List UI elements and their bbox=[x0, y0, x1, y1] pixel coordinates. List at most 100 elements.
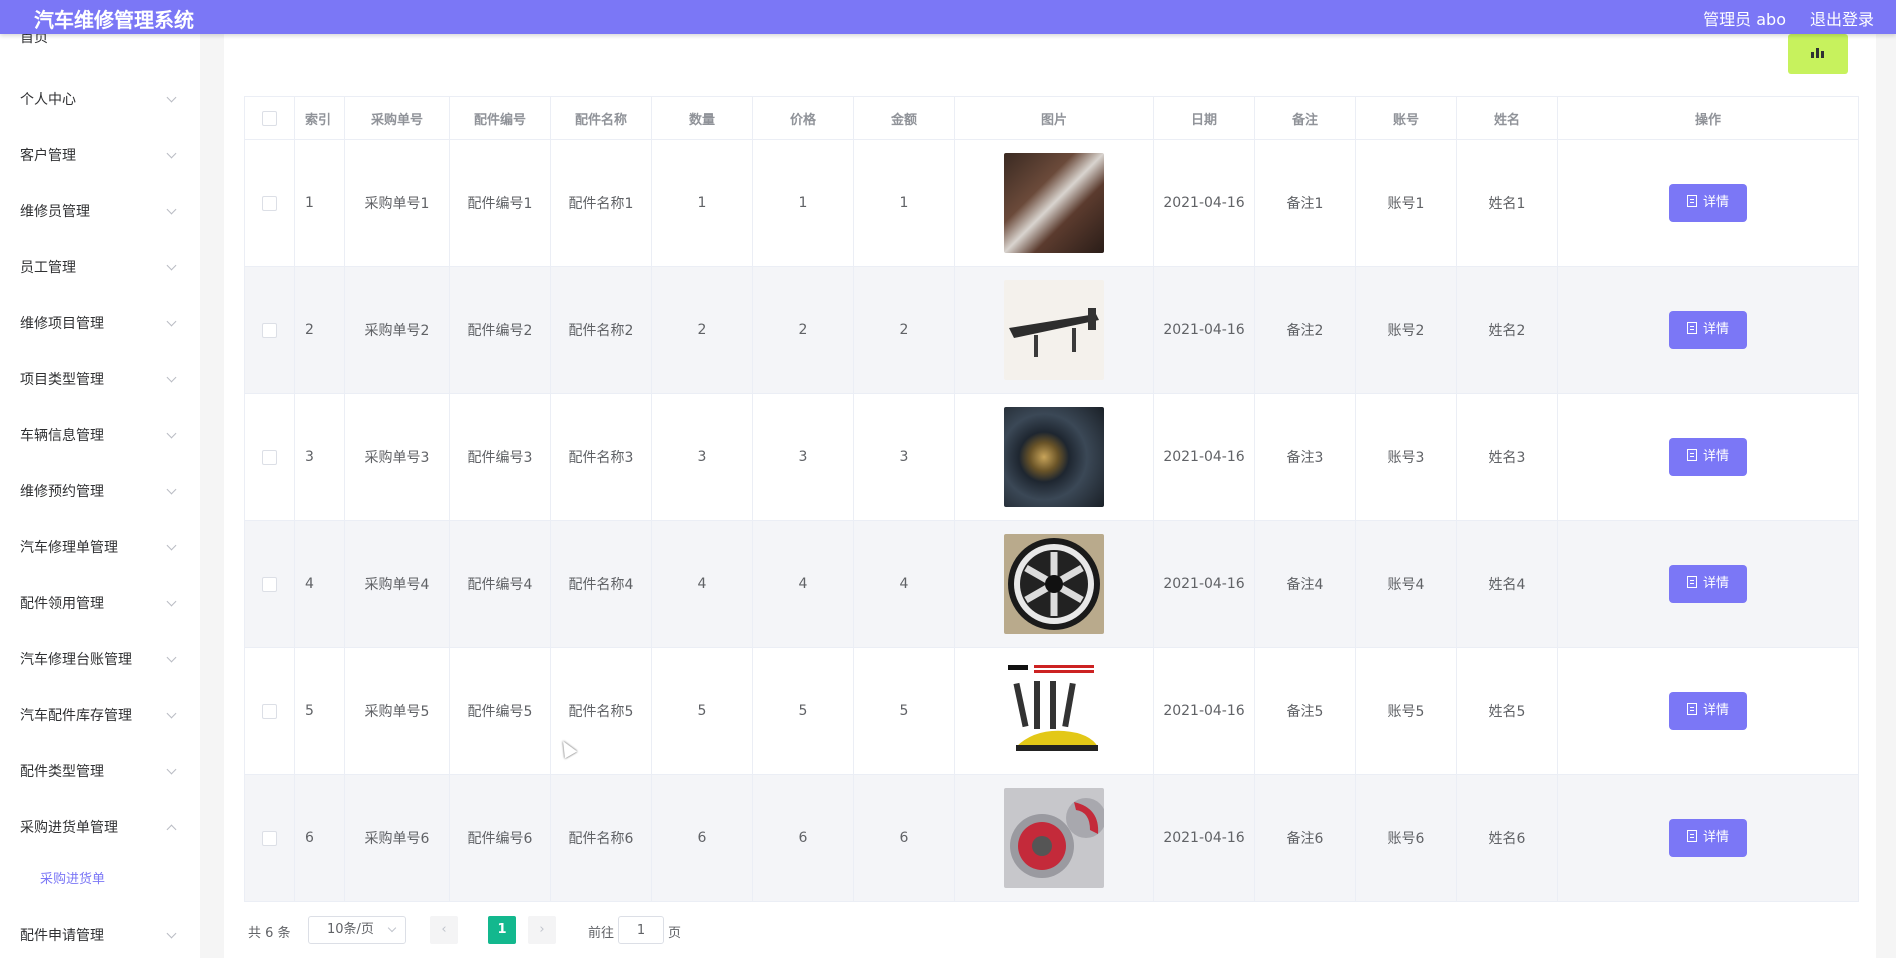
detail-button[interactable]: 详情 bbox=[1669, 311, 1747, 349]
row-checkbox[interactable] bbox=[262, 322, 277, 338]
cell-name: 姓名3 bbox=[1456, 393, 1558, 521]
row-checkbox-cell[interactable] bbox=[244, 139, 295, 267]
select-all-checkbox-cell[interactable] bbox=[244, 96, 295, 140]
row-checkbox[interactable] bbox=[262, 576, 277, 592]
prev-page-button[interactable]: ‹ bbox=[430, 916, 458, 944]
table-row: 6 采购单号6 配件编号6 配件名称6 6 6 6 2021-04-16 备注6… bbox=[244, 774, 1859, 902]
logout-link[interactable]: 退出登录 bbox=[1810, 6, 1874, 30]
row-checkbox-cell[interactable] bbox=[244, 774, 295, 902]
sidebar-item-personal-center[interactable]: 个人中心 bbox=[0, 80, 200, 120]
row-checkbox-cell[interactable] bbox=[244, 266, 295, 394]
cell-account: 账号4 bbox=[1355, 520, 1457, 648]
sidebar-item-part-requests[interactable]: 配件申请管理 bbox=[0, 916, 200, 956]
cell-amount: 6 bbox=[853, 774, 955, 902]
cell-qty: 3 bbox=[651, 393, 753, 521]
cell-part-no: 配件编号3 bbox=[449, 393, 551, 521]
sidebar-item-repair-projects[interactable]: 维修项目管理 bbox=[0, 304, 200, 344]
document-icon bbox=[1686, 195, 1697, 207]
column-header-action: 操作 bbox=[1557, 96, 1859, 140]
row-checkbox[interactable] bbox=[262, 449, 277, 465]
sidebar-item-employees[interactable]: 员工管理 bbox=[0, 248, 200, 288]
table-row: 2 采购单号2 配件编号2 配件名称2 2 2 2 2021-04-16 备注2… bbox=[244, 266, 1859, 394]
next-page-button[interactable]: › bbox=[528, 916, 556, 944]
detail-button[interactable]: 详情 bbox=[1669, 692, 1747, 730]
sidebar-item-project-types[interactable]: 项目类型管理 bbox=[0, 360, 200, 400]
cell-action: 详情 bbox=[1557, 520, 1859, 648]
cell-date: 2021-04-16 bbox=[1153, 520, 1255, 648]
sidebar-item-label: 汽车修理台账管理 bbox=[20, 652, 132, 668]
sidebar-item-home[interactable]: 首页 bbox=[0, 34, 200, 58]
cell-name: 姓名6 bbox=[1456, 774, 1558, 902]
page-unit-label: 页 bbox=[668, 926, 682, 941]
cell-amount: 4 bbox=[853, 520, 955, 648]
row-checkbox-cell[interactable] bbox=[244, 520, 295, 648]
select-all-checkbox[interactable] bbox=[262, 110, 277, 126]
detail-button-label: 详情 bbox=[1702, 322, 1729, 337]
sidebar-item-label: 维修项目管理 bbox=[20, 316, 104, 332]
sidebar-item-part-usage[interactable]: 配件领用管理 bbox=[0, 584, 200, 624]
chevron-down-icon bbox=[166, 928, 177, 939]
cell-part-name: 配件名称4 bbox=[550, 520, 652, 648]
sidebar-item-repair-orders[interactable]: 汽车修理单管理 bbox=[0, 528, 200, 568]
cell-account: 账号6 bbox=[1355, 774, 1457, 902]
column-header-qty: 数量 bbox=[651, 96, 753, 140]
chevron-down-icon bbox=[166, 92, 177, 103]
detail-button[interactable]: 详情 bbox=[1669, 565, 1747, 603]
page-size-select[interactable]: 10条/页 bbox=[308, 916, 406, 944]
car-spoiler-image bbox=[1004, 280, 1104, 380]
document-icon bbox=[1686, 449, 1697, 461]
detail-button-label: 详情 bbox=[1702, 195, 1729, 210]
cell-qty: 1 bbox=[651, 139, 753, 267]
page-number-current[interactable]: 1 bbox=[488, 916, 516, 944]
cell-account: 账号1 bbox=[1355, 139, 1457, 267]
sidebar-item-repair-ledger[interactable]: 汽车修理台账管理 bbox=[0, 640, 200, 680]
cell-qty: 4 bbox=[651, 520, 753, 648]
sidebar-item-repairmen[interactable]: 维修员管理 bbox=[0, 192, 200, 232]
chevron-down-icon bbox=[166, 540, 177, 551]
chevron-down-icon bbox=[166, 764, 177, 775]
cell-index: 5 bbox=[294, 647, 345, 775]
sidebar-item-label: 配件领用管理 bbox=[20, 596, 104, 612]
cell-part-no: 配件编号6 bbox=[449, 774, 551, 902]
chevron-down-icon bbox=[166, 316, 177, 327]
column-header-name: 姓名 bbox=[1456, 96, 1558, 140]
column-header-image: 图片 bbox=[954, 96, 1154, 140]
suspension-coilover-image bbox=[1004, 661, 1104, 761]
row-checkbox[interactable] bbox=[262, 195, 277, 211]
sidebar-subitem-label: 采购进货单 bbox=[40, 872, 106, 887]
table-row: 5 采购单号5 配件编号5 配件名称5 5 5 5 2021-04-16 备注5… bbox=[244, 647, 1859, 775]
cell-account: 账号5 bbox=[1355, 647, 1457, 775]
row-checkbox[interactable] bbox=[262, 703, 277, 719]
sidebar-item-label: 个人中心 bbox=[20, 92, 76, 108]
sidebar-item-repair-appointments[interactable]: 维修预约管理 bbox=[0, 472, 200, 512]
detail-button[interactable]: 详情 bbox=[1669, 438, 1747, 476]
cell-index: 6 bbox=[294, 774, 345, 902]
chart-button[interactable] bbox=[1788, 34, 1848, 74]
cell-name: 姓名1 bbox=[1456, 139, 1558, 267]
cell-note: 备注4 bbox=[1254, 520, 1356, 648]
cell-price: 3 bbox=[752, 393, 854, 521]
row-checkbox[interactable] bbox=[262, 830, 277, 846]
sidebar-item-part-types[interactable]: 配件类型管理 bbox=[0, 752, 200, 792]
sidebar-item-parts-inventory[interactable]: 汽车配件库存管理 bbox=[0, 696, 200, 736]
row-checkbox-cell[interactable] bbox=[244, 393, 295, 521]
sidebar-item-label: 配件类型管理 bbox=[20, 764, 104, 780]
cell-amount: 5 bbox=[853, 647, 955, 775]
table-header-row: 索引 采购单号 配件编号 配件名称 数量 价格 金额 图片 日期 备注 账号 姓… bbox=[244, 96, 1859, 140]
goto-page-input[interactable] bbox=[618, 916, 664, 944]
sidebar-item-label: 首页 bbox=[20, 34, 48, 46]
column-header-note: 备注 bbox=[1254, 96, 1356, 140]
chevron-down-icon bbox=[387, 923, 397, 933]
row-checkbox-cell[interactable] bbox=[244, 647, 295, 775]
sidebar-item-customers[interactable]: 客户管理 bbox=[0, 136, 200, 176]
detail-button[interactable]: 详情 bbox=[1669, 819, 1747, 857]
detail-button[interactable]: 详情 bbox=[1669, 184, 1747, 222]
sidebar-item-vehicle-info[interactable]: 车辆信息管理 bbox=[0, 416, 200, 456]
detail-button-label: 详情 bbox=[1702, 576, 1729, 591]
column-header-date: 日期 bbox=[1153, 96, 1255, 140]
cell-index: 4 bbox=[294, 520, 345, 648]
sidebar-subitem-purchase-order[interactable]: 采购进货单 bbox=[0, 860, 200, 900]
sidebar-item-purchase-orders[interactable]: 采购进货单管理 bbox=[0, 808, 200, 848]
cell-amount: 3 bbox=[853, 393, 955, 521]
main-panel: 索引 采购单号 配件编号 配件名称 数量 价格 金额 图片 日期 备注 账号 姓… bbox=[224, 34, 1876, 958]
